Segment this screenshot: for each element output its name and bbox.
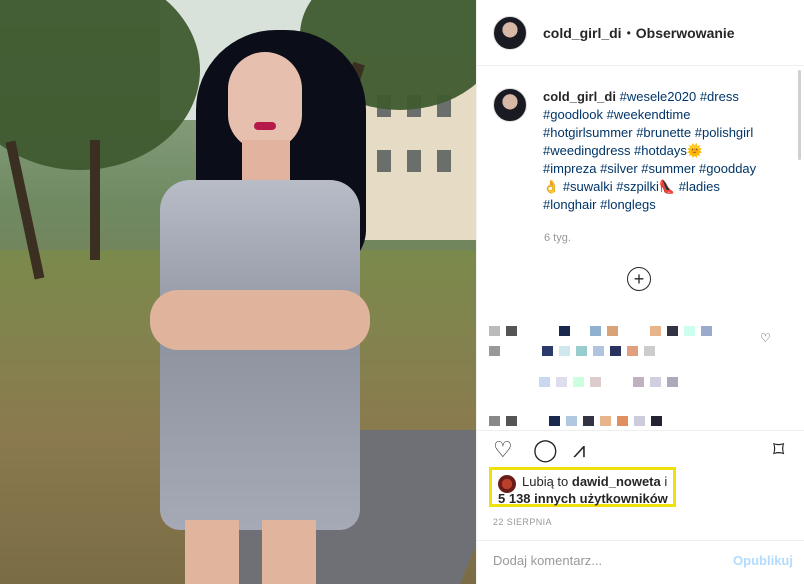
follow-button[interactable]: Obserwowanie <box>636 25 735 41</box>
comment-like-icon[interactable]: ♡ <box>760 331 771 345</box>
comment-input[interactable] <box>493 553 713 568</box>
scrollbar[interactable] <box>798 70 801 160</box>
likes-count[interactable]: 5 138 innych użytkowników <box>498 491 668 506</box>
caption-tags[interactable]: #weedingdress #hotdays🌞 <box>543 143 703 158</box>
post-header: cold_girl_di • Obserwowanie <box>477 0 804 66</box>
caption-tags[interactable]: #wesele2020 #dress <box>620 89 739 104</box>
caption-age: 6 tyg. <box>544 232 571 244</box>
avatar[interactable] <box>493 15 527 50</box>
header-username[interactable]: cold_girl_di <box>543 25 622 41</box>
likes-summary[interactable]: Lubią to dawid_noweta i 5 138 innych uży… <box>489 467 676 507</box>
plus-circle-icon[interactable]: + <box>627 267 651 291</box>
photo-leg <box>262 520 316 584</box>
caption-tags[interactable]: #suwalki #szpilki👠 #ladies <box>563 179 720 194</box>
liker-username[interactable]: dawid_noweta <box>572 474 661 489</box>
post-photo[interactable] <box>0 0 476 584</box>
action-bar: ♡ ◯ ⩘ ⌑ <box>477 430 804 470</box>
photo-lips <box>254 122 276 130</box>
blurred-comment <box>489 416 662 426</box>
photo-tree <box>0 0 200 170</box>
blurred-comment <box>489 326 712 336</box>
comment-bubble-icon[interactable]: ◯ <box>533 437 558 463</box>
photo-face <box>228 52 302 150</box>
caption-avatar[interactable] <box>493 88 527 122</box>
caption: cold_girl_di #wesele2020 #dress #goodloo… <box>493 88 793 214</box>
header-separator: • <box>626 25 631 40</box>
share-paper-plane-icon[interactable]: ⩘ <box>573 437 585 463</box>
photo-arms <box>150 290 370 350</box>
blurred-comment <box>489 346 655 356</box>
caption-tags[interactable]: #longhair #longlegs <box>543 197 656 212</box>
caption-tags[interactable]: #hotgirlsummer #brunette #polishgirl <box>543 125 753 140</box>
blurred-comment <box>539 377 678 387</box>
photo-leg <box>185 520 239 584</box>
post-date: 22 SIERPNIA <box>493 517 552 527</box>
likes-suffix: i <box>664 474 668 489</box>
ok-hand-emoji: 👌 <box>543 179 560 194</box>
comment-box: Opublikuj <box>477 540 804 584</box>
likes-line: Lubią to dawid_noweta i <box>522 474 667 489</box>
like-heart-icon[interactable]: ♡ <box>493 437 513 463</box>
caption-username[interactable]: cold_girl_di <box>543 89 616 104</box>
caption-tags[interactable]: #impreza #silver #summer #goodday <box>543 161 756 176</box>
photo-dress <box>160 180 360 530</box>
post-side-panel: cold_girl_di • Obserwowanie cold_girl_di… <box>476 0 804 584</box>
likes-prefix: Lubią to <box>522 474 569 489</box>
caption-tags[interactable]: #goodlook #weekendtime <box>543 107 690 122</box>
bookmark-icon[interactable]: ⌑ <box>773 437 784 463</box>
publish-button[interactable]: Opublikuj <box>733 553 793 568</box>
